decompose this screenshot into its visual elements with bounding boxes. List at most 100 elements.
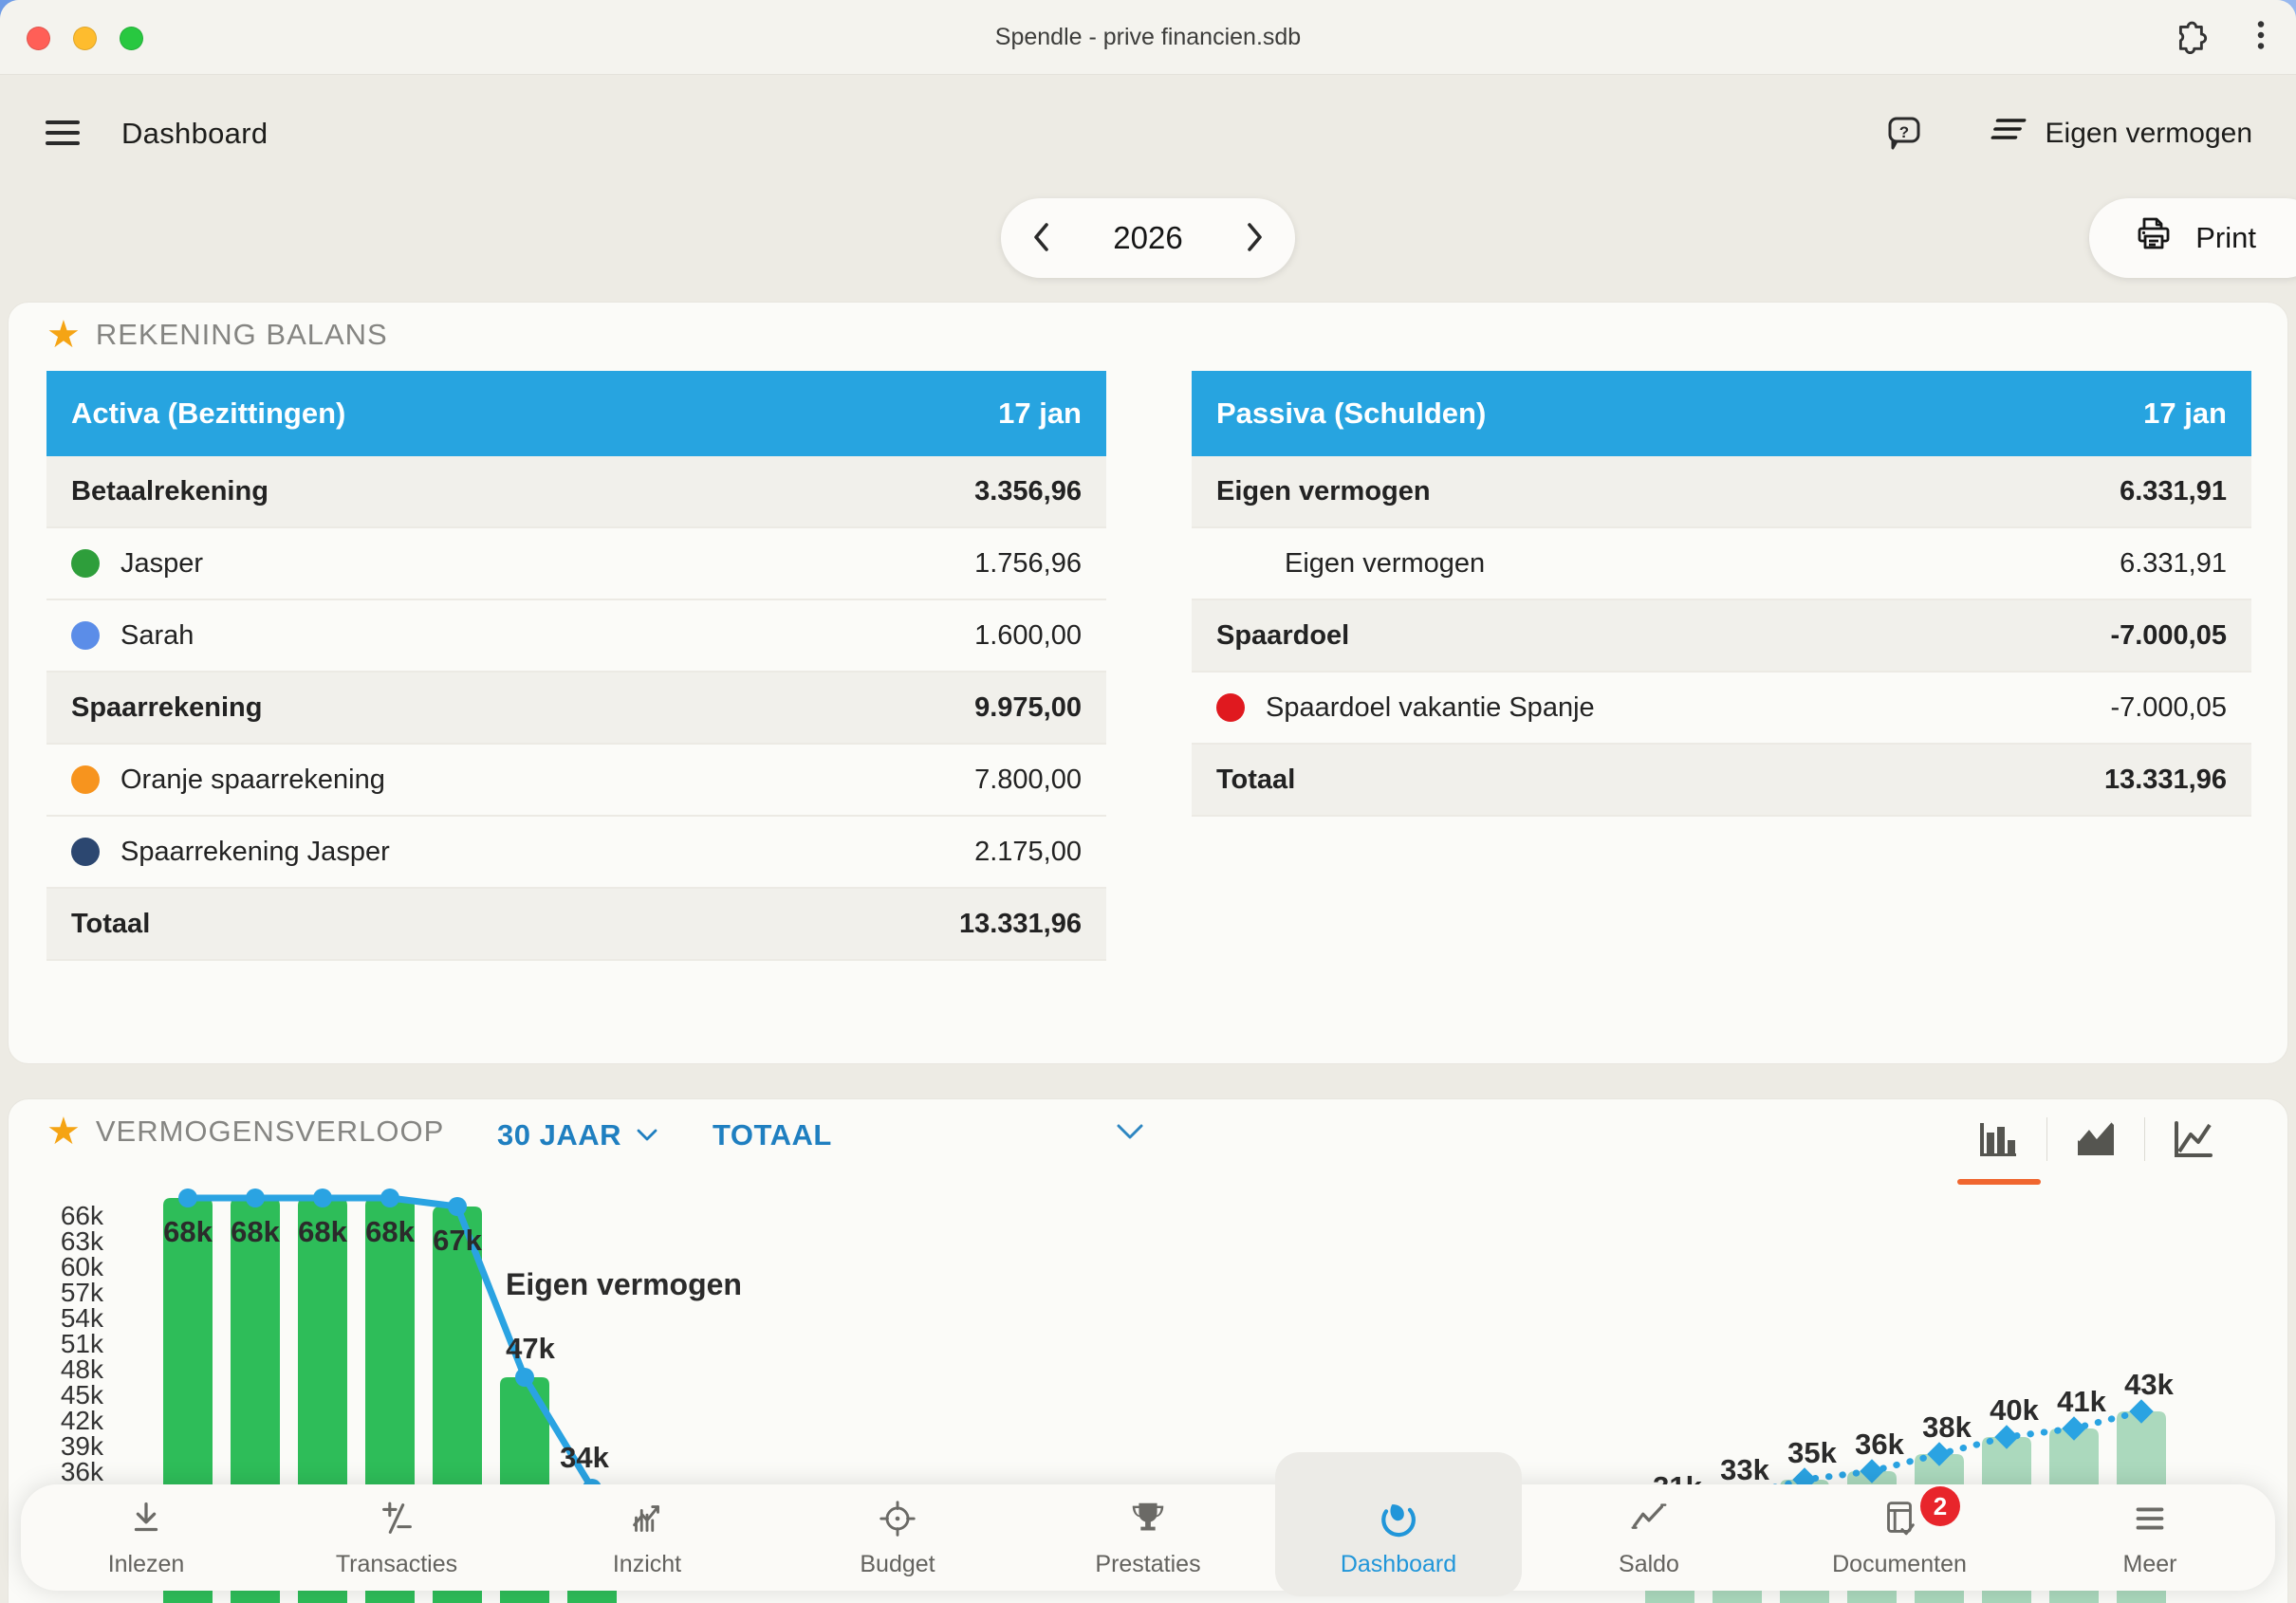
- balance-table-passiva: Passiva (Schulden)17 janEigen vermogen6.…: [1192, 371, 2251, 961]
- table-row[interactable]: Jasper1.756,96: [46, 528, 1106, 600]
- row-value: 2.175,00: [974, 837, 1082, 868]
- period-dropdown[interactable]: 30 JAAR: [497, 1118, 657, 1152]
- app-header: Dashboard ? Eigen vermogen: [0, 75, 2296, 193]
- period-label: 30 JAAR: [497, 1118, 621, 1152]
- account-color-dot: [71, 549, 100, 578]
- chevron-down-icon: [637, 1129, 657, 1142]
- browser-menu-icon[interactable]: [2254, 15, 2268, 60]
- documents-icon: [1878, 1497, 1921, 1543]
- year-selector: 2026: [1001, 198, 1295, 278]
- table-row[interactable]: Betaalrekening3.356,96: [46, 456, 1106, 528]
- row-value: 1.600,00: [974, 620, 1082, 652]
- nav-item-saldo[interactable]: Saldo: [1524, 1484, 1774, 1591]
- bottom-navigation: InlezenTransactiesInzicht Budget Prestatie…: [21, 1484, 2275, 1591]
- table-row[interactable]: Eigen vermogen6.331,91: [1192, 528, 2251, 600]
- insight-chart-icon: [625, 1497, 669, 1543]
- nav-label: Budget: [860, 1551, 935, 1578]
- row-label: Spaardoel vakantie Spanje: [1266, 692, 1595, 724]
- download-icon: [124, 1497, 168, 1543]
- nav-item-documenten[interactable]: Documenten 2: [1774, 1484, 2025, 1591]
- chart-section-title: VERMOGENSVERLOOP: [96, 1115, 444, 1149]
- table-row[interactable]: Sarah1.600,00: [46, 600, 1106, 673]
- table-row: Totaal13.331,96: [46, 889, 1106, 961]
- svg-text:40k: 40k: [1990, 1393, 2039, 1427]
- row-label: Spaardoel: [1216, 620, 1349, 652]
- svg-text:68k: 68k: [298, 1215, 347, 1248]
- nav-label: Dashboard: [1341, 1551, 1456, 1578]
- svg-text:36k: 36k: [1855, 1428, 1904, 1461]
- plus-minus-icon: [375, 1497, 418, 1543]
- gauge-icon: [1377, 1497, 1420, 1543]
- window-title: Spendle - prive financien.sdb: [0, 0, 2296, 74]
- print-button[interactable]: Print: [2089, 198, 2296, 278]
- table-row[interactable]: Eigen vermogen6.331,91: [1192, 456, 2251, 528]
- nav-item-meer[interactable]: Meer: [2025, 1484, 2275, 1591]
- table-row[interactable]: Spaardoel -7.000,05: [1192, 600, 2251, 673]
- extensions-icon[interactable]: [2169, 15, 2209, 60]
- svg-text:57k: 57k: [61, 1278, 104, 1307]
- row-label: Spaarrekening: [71, 692, 262, 724]
- nav-label: Prestaties: [1095, 1551, 1200, 1578]
- svg-text:36k: 36k: [61, 1457, 104, 1486]
- table-row[interactable]: Spaardoel vakantie Spanje -7.000,05: [1192, 673, 2251, 745]
- nav-label: Saldo: [1619, 1551, 1679, 1578]
- table-row[interactable]: Spaarrekening Jasper2.175,00: [46, 817, 1106, 889]
- area-chart-icon[interactable]: [2047, 1113, 2144, 1166]
- nav-item-inlezen[interactable]: Inlezen: [21, 1484, 271, 1591]
- favorite-star-icon[interactable]: ★: [46, 316, 81, 354]
- favorite-star-icon[interactable]: ★: [46, 1113, 81, 1151]
- svg-text:68k: 68k: [163, 1215, 213, 1248]
- printer-icon: [2133, 213, 2175, 263]
- line-chart-icon[interactable]: [2145, 1113, 2242, 1166]
- table-title: Passiva (Schulden): [1216, 396, 1486, 431]
- print-label: Print: [2195, 221, 2256, 255]
- series-label: TOTAAL: [713, 1118, 832, 1152]
- svg-text:51k: 51k: [61, 1329, 104, 1358]
- account-selector[interactable]: Eigen vermogen: [1981, 115, 2258, 153]
- row-value: -7.000,05: [2110, 692, 2227, 724]
- nav-item-transacties[interactable]: Transacties: [271, 1484, 522, 1591]
- series-dropdown[interactable]: TOTAAL: [713, 1118, 832, 1152]
- app-window: Spendle - prive financien.sdb: [0, 0, 2296, 1603]
- row-value: -7.000,05: [2110, 620, 2227, 652]
- table-row[interactable]: Spaarrekening 9.975,00: [46, 673, 1106, 745]
- nav-label: Meer: [2123, 1551, 2177, 1578]
- series-dropdown-chevron-icon[interactable]: [1117, 1124, 1143, 1143]
- balance-section: ★ REKENING BALANS Activa (Bezittingen)17…: [8, 302, 2288, 1064]
- row-value: 13.331,96: [2104, 765, 2227, 796]
- svg-text:42k: 42k: [61, 1406, 104, 1435]
- svg-text:48k: 48k: [61, 1354, 104, 1384]
- row-label: Totaal: [1216, 765, 1295, 796]
- nav-item-budget[interactable]: Budget: [772, 1484, 1023, 1591]
- row-label: Jasper: [120, 548, 203, 580]
- nav-item-dashboard[interactable]: Dashboard: [1273, 1484, 1524, 1591]
- table-row[interactable]: Oranje spaarrekening7.800,00: [46, 745, 1106, 817]
- page-title: Dashboard: [121, 117, 268, 151]
- svg-text:54k: 54k: [61, 1303, 104, 1333]
- menu-icon[interactable]: [36, 109, 89, 159]
- next-year-button[interactable]: [1240, 216, 1270, 261]
- year-label: 2026: [1113, 220, 1182, 256]
- row-value: 9.975,00: [974, 692, 1082, 724]
- help-icon[interactable]: ?: [1879, 107, 1930, 161]
- previous-year-button[interactable]: [1026, 216, 1056, 261]
- svg-text:33k: 33k: [1720, 1453, 1769, 1486]
- row-value: 7.800,00: [974, 765, 1082, 796]
- svg-text:35k: 35k: [1787, 1436, 1837, 1469]
- row-value: 13.331,96: [959, 909, 1082, 940]
- svg-text:60k: 60k: [61, 1252, 104, 1281]
- svg-text:Eigen vermogen: Eigen vermogen: [506, 1267, 742, 1301]
- table-title: Activa (Bezittingen): [71, 396, 345, 431]
- nav-item-inzicht[interactable]: Inzicht: [522, 1484, 772, 1591]
- line-chart-icon: [1627, 1497, 1671, 1543]
- active-chart-type-underline: [1957, 1179, 2041, 1185]
- row-label: Eigen vermogen: [1216, 476, 1431, 507]
- bar-chart-icon[interactable]: [1950, 1113, 2046, 1166]
- balance-table-activa: Activa (Bezittingen)17 janBetaalrekening…: [46, 371, 1106, 961]
- account-color-dot: [71, 765, 100, 794]
- notification-badge: 2: [1920, 1486, 1960, 1526]
- nav-label: Documenten: [1832, 1551, 1967, 1578]
- nav-item-prestaties[interactable]: Prestaties: [1023, 1484, 1273, 1591]
- target-icon: [876, 1497, 919, 1543]
- svg-text:?: ?: [1898, 123, 1908, 141]
